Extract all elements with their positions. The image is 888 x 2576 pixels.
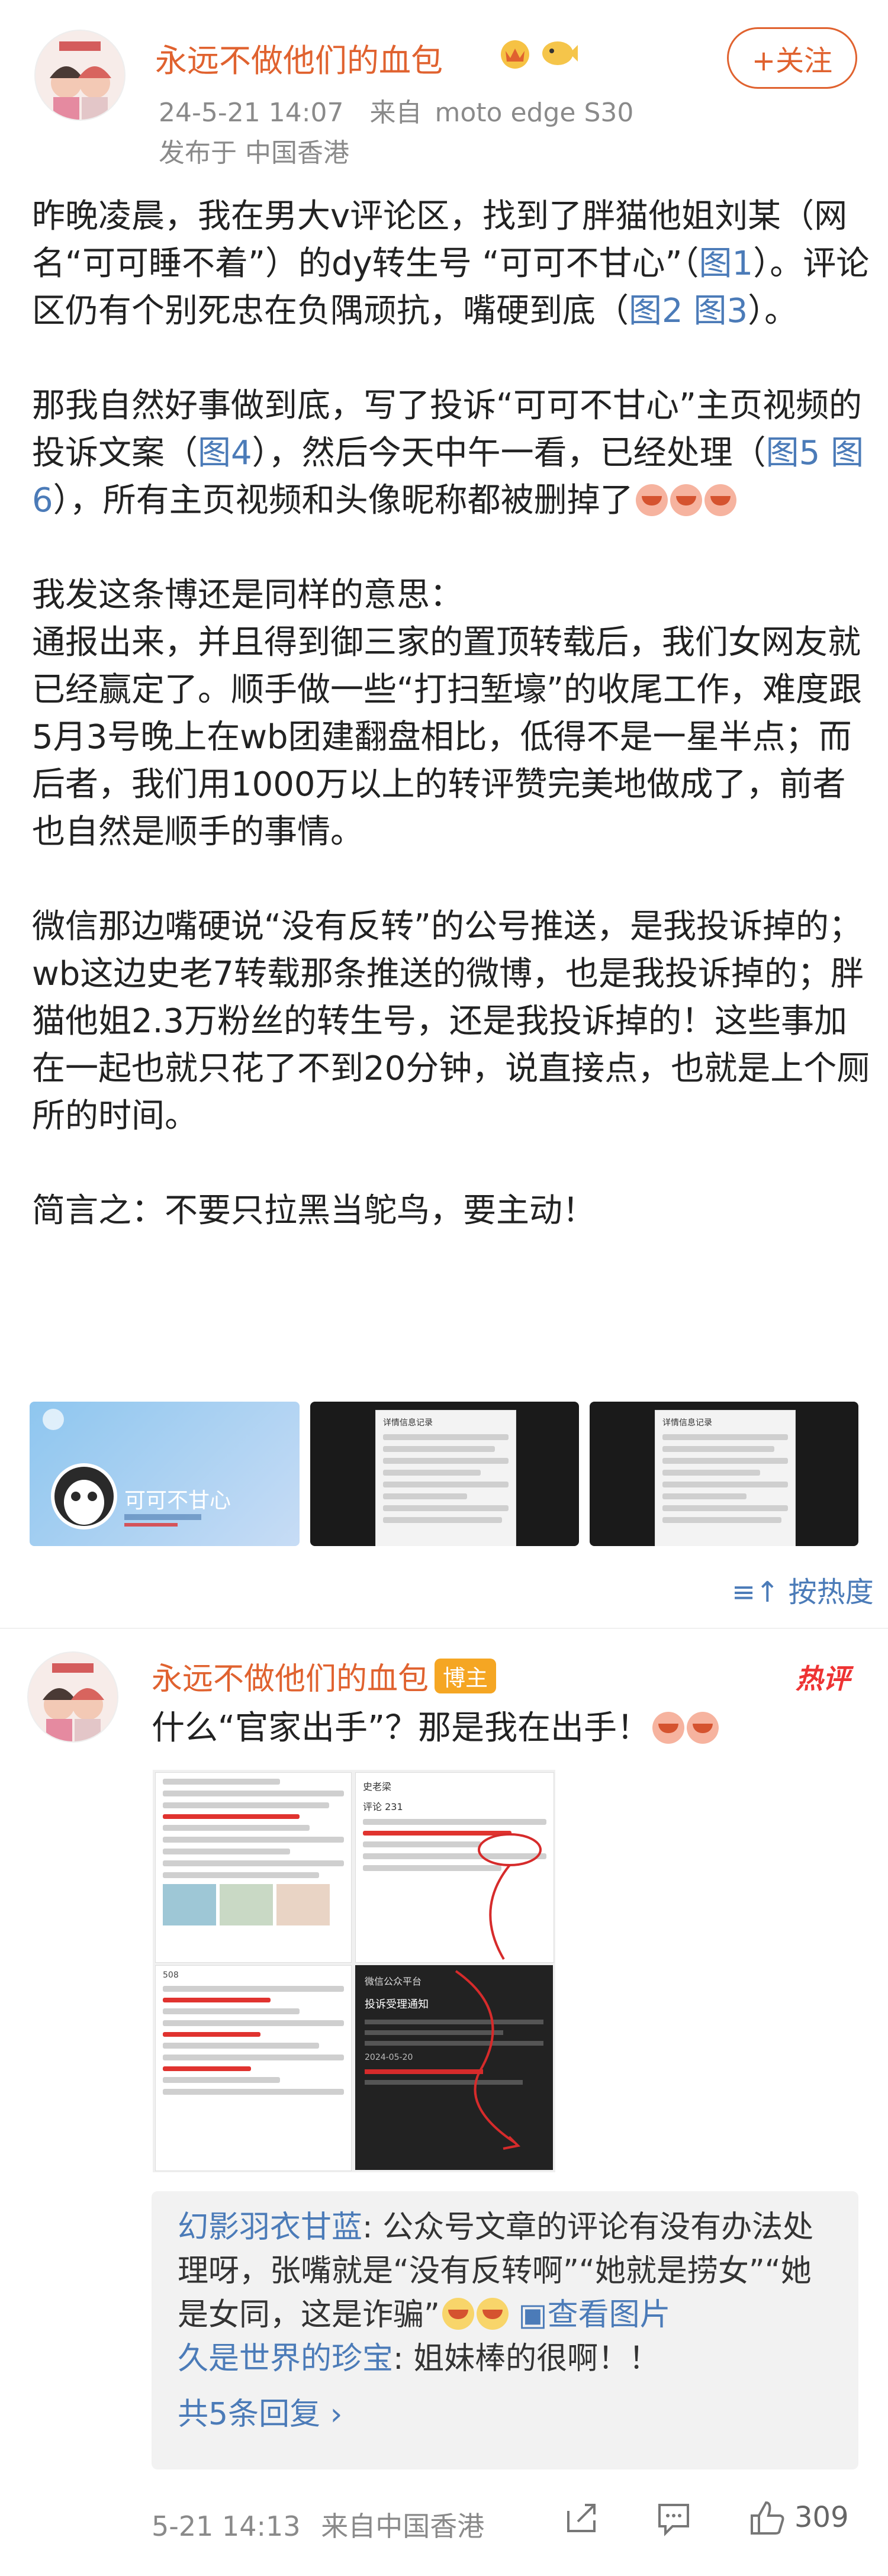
laugh-emoji-icon (687, 1712, 719, 1744)
hot-comment-tag: 热评 (796, 1663, 850, 1695)
link-image-5[interactable]: 图5 (766, 434, 821, 472)
laugh-emoji-icon (670, 484, 702, 516)
post-timestamp: 24-5-21 14:07 (159, 98, 344, 128)
link-image-1[interactable]: 图1 (699, 244, 754, 283)
sort-by-hot-button[interactable]: ≡↑ 按热度 (732, 1569, 874, 1610)
fish-badge-icon (540, 37, 578, 70)
blogger-badge: 博主 (435, 1659, 497, 1693)
reply-1-author[interactable]: 幻影羽衣甘蓝 (178, 2210, 362, 2245)
thumb1-nickname: 可可不甘心 (124, 1489, 231, 1513)
link-image-3[interactable]: 图3 (693, 292, 748, 330)
comment-source: 来自中国香港 (321, 2510, 485, 2542)
link-image-2[interactable]: 图2 (629, 292, 683, 330)
post-image-1[interactable]: 可可不甘心 (30, 1402, 300, 1546)
thumb3-title: 详情信息记录 (662, 1418, 712, 1428)
paragraph-4: 通报出来，并且得到御三家的置顶转载后，我们女网友就已经赢定了。顺手做一些“打扫堑… (32, 623, 863, 851)
link-image-4[interactable]: 图4 (198, 434, 252, 472)
sweat-emoji-icon (442, 2298, 474, 2330)
post-image-3[interactable]: 详情信息记录 (590, 1402, 858, 1546)
comment-time: 5-21 14:13 (152, 2510, 301, 2542)
post-image-2[interactable]: 详情信息记录 (310, 1402, 579, 1546)
like-button[interactable]: 309 (747, 2497, 849, 2538)
comment-text: 什么“官家出手”？那是我在出手！ (152, 1705, 719, 1752)
post-device: moto edge S30 (435, 98, 634, 128)
comment-avatar[interactable] (27, 1651, 118, 1743)
shot-user: 史老梁 (363, 1781, 392, 1792)
thumbs-up-icon (751, 2501, 784, 2535)
thumb2-title: 详情信息记录 (383, 1418, 433, 1428)
author-name[interactable]: 永远不做他们的血包 (155, 34, 443, 81)
reply-2: 久是世界的珍宝: 姐妹棒的很啊！！ (178, 2341, 660, 2377)
laugh-emoji-icon (704, 484, 736, 516)
sweat-emoji-icon (476, 2298, 509, 2330)
author-avatar[interactable] (34, 30, 126, 121)
paragraph-6: 简言之：不要只拉黑当鸵鸟，要主动！ (32, 1192, 596, 1230)
reply-icon[interactable] (655, 2499, 693, 2537)
more-replies-link[interactable]: 共5条回复 › (178, 2393, 342, 2436)
paragraph-5: 微信那边嘴硬说“没有反转”的公号推送，是我投诉掉的；wb这边史老7转载那条推送的… (32, 907, 870, 1135)
shot-reply-count: 508 (163, 1970, 179, 1980)
paragraph-3: 我发这条博还是同样的意思： (32, 576, 463, 614)
follow-button[interactable]: +关注 (727, 27, 857, 89)
post-body: 昨晚凌晨，我在男大v评论区，找到了胖猫他姐刘某（网名“可可睡不着”）的dy转生号… (32, 193, 873, 1235)
paragraph-1: 昨晚凌晨，我在男大v评论区，找到了胖猫他姐刘某（网名“可可睡不着”）的dy转生号… (32, 197, 870, 330)
paragraph-2: 那我自然好事做到底，写了投诉“可可不甘心”主页视频的投诉文案（图4），然后今天中… (32, 387, 864, 520)
divider (0, 1628, 888, 1629)
reply-1: 幻影羽衣甘蓝: 公众号文章的评论有没有办法处理呀，张嘴就是“没有反转啊”“她就是… (178, 2210, 814, 2333)
like-count: 309 (794, 2501, 849, 2534)
image-icon: ▣ (518, 2297, 548, 2333)
comment-author-name[interactable]: 永远不做他们的血包 博主 (152, 1654, 497, 1698)
post-location: 发布于 中国香港 (159, 138, 349, 168)
reply-2-author[interactable]: 久是世界的珍宝 (178, 2341, 393, 2377)
laugh-emoji-icon (652, 1712, 685, 1744)
vip-crown-icon (497, 36, 533, 71)
post-source-prefix: 来自 (369, 98, 422, 128)
replies-box: 幻影羽衣甘蓝: 公众号文章的评论有没有办法处理呀，张嘴就是“没有反转啊”“她就是… (152, 2191, 858, 2469)
comment-footer-meta: 5-21 14:13 来自中国香港 (152, 2505, 484, 2544)
post-meta: 24-5-21 14:07 来自 moto edge S30 (159, 91, 633, 129)
share-icon[interactable] (562, 2499, 600, 2537)
comment-image[interactable]: 508 史老梁 评论 231 微信公众平台 投诉受理通知 2024-05-20 (153, 1770, 555, 2172)
sort-icon: ≡↑ (732, 1576, 780, 1609)
shot-comments-label: 评论 231 (363, 1801, 403, 1812)
view-image-link[interactable]: ▣查看图片 (518, 2297, 670, 2333)
laugh-emoji-icon (635, 484, 668, 516)
